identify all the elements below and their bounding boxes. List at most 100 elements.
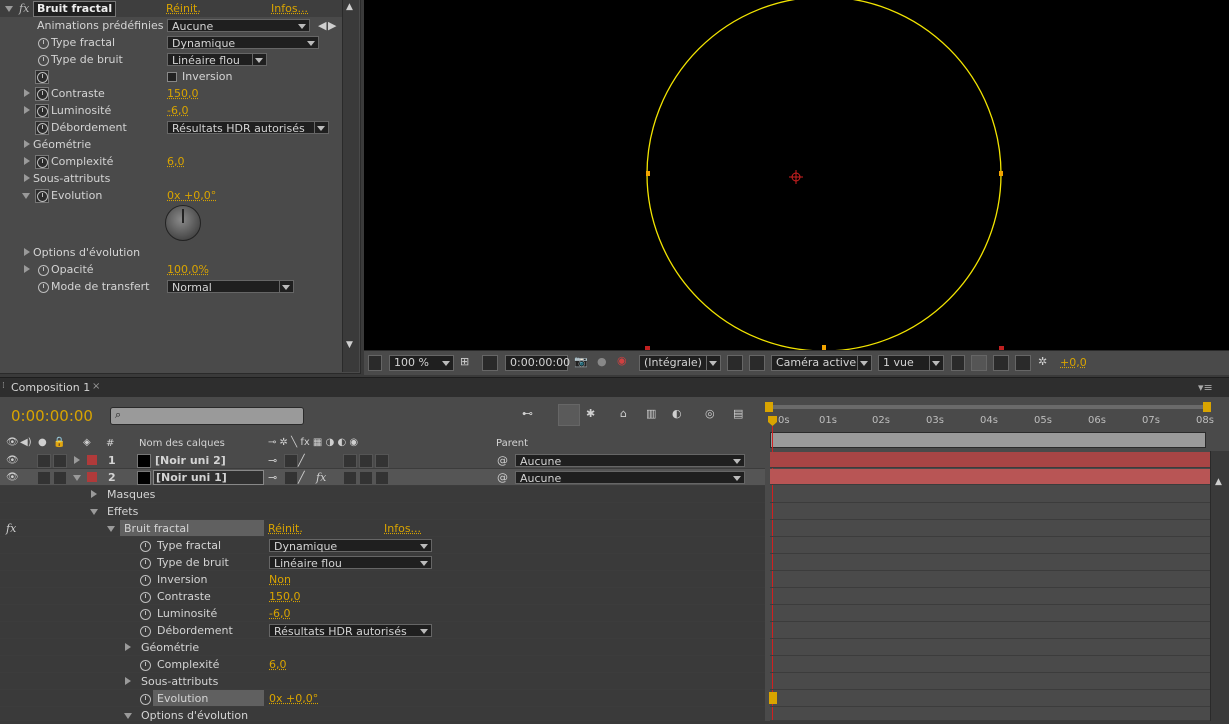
contrast-value[interactable]: 150,0: [167, 85, 199, 102]
stopwatch-icon[interactable]: [35, 104, 49, 118]
graph-editor-icon[interactable]: ◐: [672, 407, 682, 420]
column-layer-name[interactable]: Nom des calques: [139, 438, 225, 449]
pick-whip-icon[interactable]: @: [497, 452, 508, 469]
property-row[interactable]: Type fractal Dynamique: [0, 537, 765, 554]
scroll-up-icon[interactable]: ▲: [346, 2, 353, 12]
label-icon[interactable]: ◈: [83, 437, 91, 448]
close-tab-icon[interactable]: ×: [92, 381, 100, 392]
expand-icon[interactable]: [125, 643, 131, 651]
scroll-up-icon[interactable]: ▲: [1215, 477, 1222, 487]
current-time-display[interactable]: 0:00:00:00: [505, 355, 568, 371]
next-preset-icon[interactable]: ▶: [328, 17, 336, 34]
stopwatch-icon[interactable]: [140, 558, 151, 569]
stopwatch-icon[interactable]: [140, 609, 151, 620]
fx-icon[interactable]: fx: [6, 520, 16, 537]
lock-toggle[interactable]: [53, 471, 67, 485]
expand-icon[interactable]: [24, 157, 30, 165]
inversion-checkbox[interactable]: [167, 72, 177, 82]
overflow-dropdown[interactable]: Résultats HDR autorisés: [167, 121, 329, 134]
fx-icon[interactable]: fx: [316, 469, 326, 486]
transparency-grid-icon[interactable]: [482, 355, 498, 371]
property-value[interactable]: 150,0: [269, 588, 301, 605]
channels-icon[interactable]: ◉: [617, 354, 627, 367]
layer-duration-bar[interactable]: [770, 469, 1210, 485]
stopwatch-icon[interactable]: [35, 121, 49, 135]
switch-box[interactable]: [343, 471, 357, 485]
camera-dropdown[interactable]: Caméra active: [771, 355, 872, 371]
parent-dropdown[interactable]: Aucune: [515, 471, 745, 484]
switch-box[interactable]: [359, 454, 373, 468]
solo-toggle[interactable]: [37, 471, 51, 485]
effect-name[interactable]: Bruit fractal: [33, 1, 116, 17]
effect-controls-scrollbar[interactable]: ▲ ▼: [342, 0, 359, 372]
evolution-value[interactable]: 0x +0,0°: [167, 187, 216, 204]
lock-toggle[interactable]: [53, 454, 67, 468]
region-of-interest-icon[interactable]: [727, 355, 743, 371]
mask-circle[interactable]: [647, 0, 1001, 350]
camera-icon[interactable]: 📷: [574, 355, 588, 368]
panel-menu-icon[interactable]: ▾≡: [1198, 381, 1213, 394]
property-row[interactable]: Complexité 6,0: [0, 656, 765, 673]
comp-settings-icon[interactable]: ▤: [733, 407, 743, 420]
work-area-end[interactable]: [1203, 402, 1211, 412]
property-value[interactable]: Non: [269, 571, 291, 588]
layer-row[interactable]: 👁 2 [Noir uni 1] ⊸ ╱ fx @ Aucune: [0, 469, 765, 486]
info-link[interactable]: Infos...: [271, 0, 308, 17]
info-link[interactable]: Infos...: [384, 520, 421, 537]
expand-icon[interactable]: [24, 140, 30, 148]
layer-row[interactable]: 👁 1 [Noir uni 2] ⊸ ╱ @ Aucune: [0, 452, 765, 469]
blend-mode-dropdown[interactable]: Normal: [167, 280, 294, 293]
stopwatch-icon[interactable]: [140, 660, 151, 671]
frame-blending-icon[interactable]: ⌂: [620, 407, 627, 420]
collapse-icon[interactable]: [5, 6, 13, 12]
timeline-icon[interactable]: [993, 355, 1009, 371]
solo-icon[interactable]: ●: [38, 437, 47, 448]
masks-row[interactable]: Masques: [0, 486, 765, 503]
effects-row[interactable]: Effets: [0, 503, 765, 520]
effect-header-row[interactable]: fx Bruit fractal Réinit. Infos...: [0, 0, 342, 17]
stopwatch-icon[interactable]: [38, 38, 49, 49]
work-area-bar[interactable]: [770, 405, 1206, 409]
mask-vertex[interactable]: [646, 171, 650, 176]
stopwatch-icon[interactable]: [35, 155, 49, 169]
search-input[interactable]: ⌕: [110, 407, 304, 425]
stopwatch-icon[interactable]: [38, 55, 49, 66]
property-dropdown[interactable]: Dynamique: [269, 539, 432, 552]
shy-switch-icon[interactable]: ⊸: [268, 452, 277, 469]
collapse-icon[interactable]: [107, 526, 115, 532]
collapse-icon[interactable]: [22, 193, 30, 199]
stopwatch-icon[interactable]: [35, 189, 49, 203]
expand-icon[interactable]: [91, 490, 97, 498]
complexity-value[interactable]: 6,0: [167, 153, 185, 170]
lock-icon[interactable]: 🔒: [53, 437, 65, 448]
stopwatch-icon[interactable]: [140, 575, 151, 586]
stopwatch-icon[interactable]: [38, 282, 49, 293]
evolution-options-row[interactable]: Options d'évolution: [0, 244, 342, 261]
fast-preview-icon[interactable]: [971, 355, 987, 371]
shy-layers-icon[interactable]: ✱: [586, 407, 595, 420]
switch-box[interactable]: [375, 454, 389, 468]
keyframe-marker[interactable]: [769, 692, 777, 704]
anchor-point-icon[interactable]: [789, 170, 803, 184]
fx-icon[interactable]: fx: [19, 0, 29, 17]
label-color[interactable]: [87, 472, 97, 482]
property-row[interactable]: Evolution 0x +0,0°: [0, 690, 765, 707]
switch-box[interactable]: [284, 471, 298, 485]
grid-icon[interactable]: ⊞: [460, 355, 469, 368]
parent-dropdown[interactable]: Aucune: [515, 454, 745, 467]
label-color[interactable]: [87, 455, 97, 465]
views-dropdown[interactable]: 1 vue: [878, 355, 944, 371]
checkerboard-icon[interactable]: [749, 355, 765, 371]
presets-dropdown[interactable]: Aucune: [167, 19, 310, 32]
layer-name[interactable]: [Noir uni 2]: [155, 452, 226, 469]
property-group-row[interactable]: Géométrie: [0, 639, 765, 656]
property-value[interactable]: 6,0: [269, 656, 287, 673]
opacity-value[interactable]: 100,0%: [167, 261, 209, 278]
eye-icon[interactable]: 👁: [6, 469, 19, 486]
reset-link[interactable]: Réinit.: [268, 520, 303, 537]
noise-type-dropdown[interactable]: Linéaire flou: [167, 53, 267, 66]
draft-3d-icon[interactable]: [558, 404, 580, 426]
time-ruler[interactable]: 0s 01s 02s 03s 04s 05s 06s 07s 08s: [770, 413, 1206, 430]
show-snapshot-icon[interactable]: ●: [597, 355, 607, 368]
property-value[interactable]: -6,0: [269, 605, 290, 622]
